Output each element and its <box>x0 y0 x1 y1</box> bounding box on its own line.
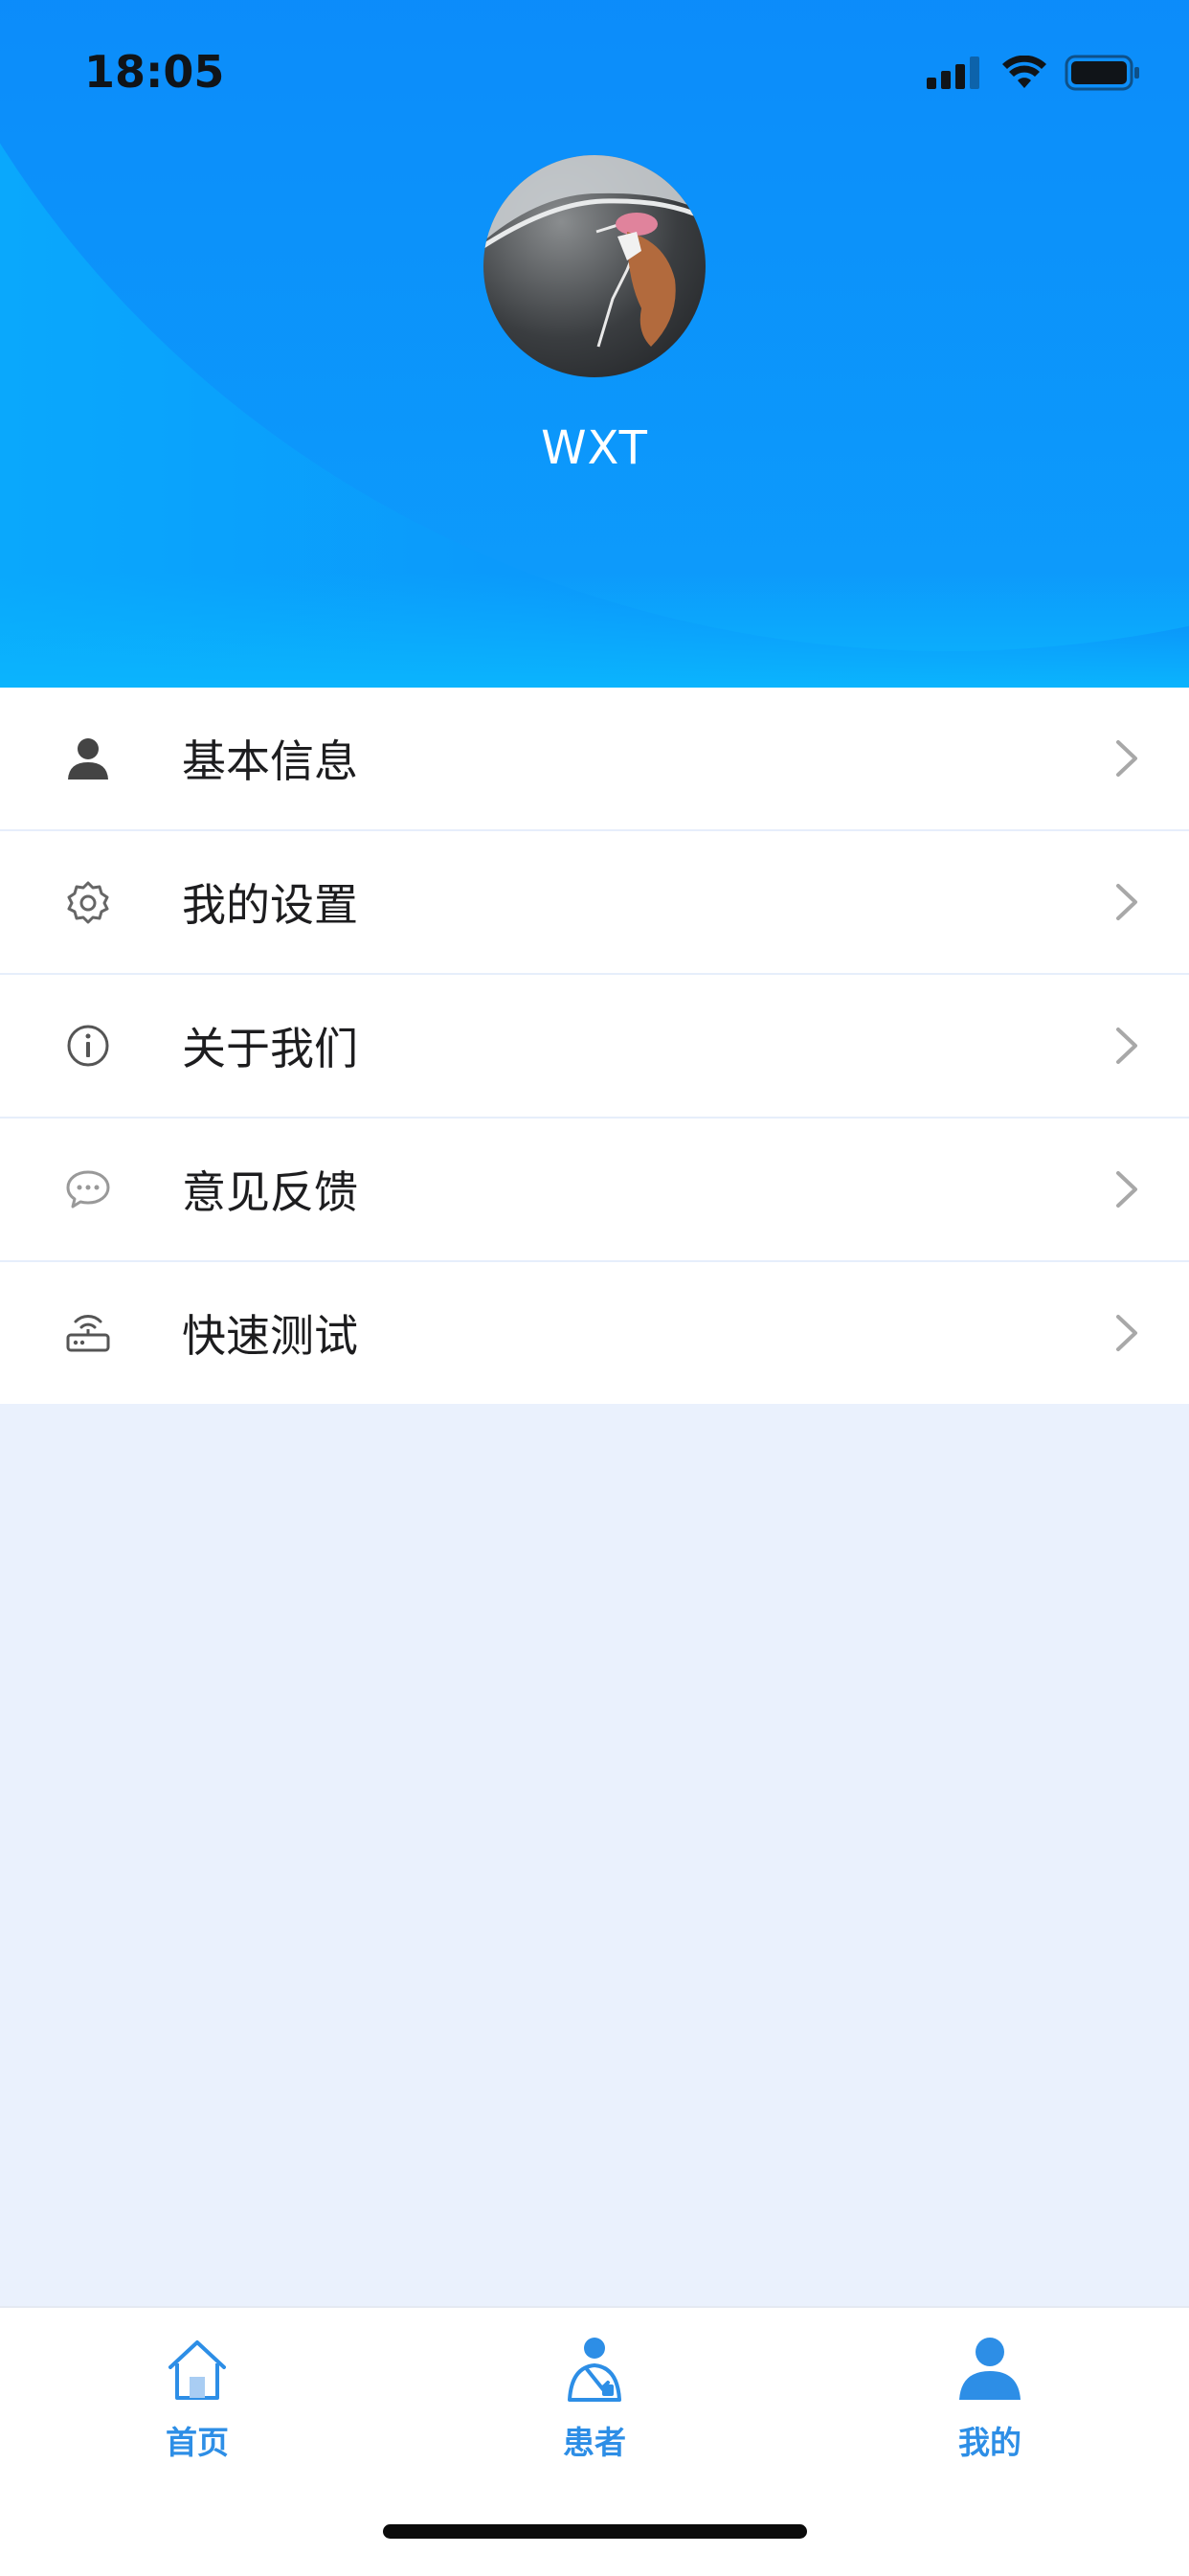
menu-item-feedback[interactable]: 意见反馈 <box>0 1119 1189 1262</box>
menu-item-label: 快速测试 <box>182 1310 358 1362</box>
user-icon <box>65 735 111 781</box>
settings-menu: 基本信息 我的设置 关于我们 意见反馈 快速测试 <box>0 688 1189 1404</box>
avatar-image <box>483 155 706 348</box>
tab-bar: 首页 患者 我的 <box>0 2306 1189 2576</box>
menu-item-quick-test[interactable]: 快速测试 <box>0 1262 1189 1404</box>
chat-bubble-icon <box>65 1166 111 1212</box>
menu-item-label: 基本信息 <box>182 735 358 787</box>
profile-header: 18:05 WXT <box>0 0 1189 688</box>
tab-label: 我的 <box>958 2424 1021 2461</box>
menu-item-basic-info[interactable]: 基本信息 <box>0 688 1189 831</box>
avatar[interactable] <box>483 155 706 377</box>
chevron-right-icon <box>1116 1171 1137 1208</box>
chevron-right-icon <box>1116 884 1137 920</box>
menu-item-label: 我的设置 <box>182 879 358 931</box>
gear-icon <box>65 879 111 925</box>
menu-item-label: 意见反馈 <box>182 1166 358 1218</box>
header-background-fade <box>0 573 1189 688</box>
chevron-right-icon <box>1116 1315 1137 1351</box>
home-indicator[interactable] <box>383 2524 807 2539</box>
tab-home[interactable]: 首页 <box>111 2327 283 2471</box>
chevron-right-icon <box>1116 740 1137 777</box>
router-icon <box>65 1310 111 1356</box>
tab-profile[interactable]: 我的 <box>904 2327 1076 2471</box>
tab-patients[interactable]: 患者 <box>508 2327 681 2471</box>
status-bar: 18:05 <box>0 0 1189 144</box>
menu-item-settings[interactable]: 我的设置 <box>0 831 1189 975</box>
tab-label: 患者 <box>563 2424 626 2461</box>
tab-label: 首页 <box>166 2424 229 2461</box>
signal-icon <box>927 56 979 89</box>
menu-item-about-us[interactable]: 关于我们 <box>0 975 1189 1119</box>
battery-icon <box>1065 55 1139 91</box>
status-time: 18:05 <box>84 46 225 98</box>
home-icon <box>168 2340 226 2400</box>
status-icons <box>927 54 1141 92</box>
info-icon <box>65 1023 111 1069</box>
chevron-right-icon <box>1116 1028 1137 1064</box>
menu-item-label: 关于我们 <box>182 1023 358 1074</box>
wifi-icon <box>1002 56 1046 88</box>
patient-icon <box>568 2338 621 2402</box>
username: WXT <box>541 421 648 475</box>
profile-icon <box>959 2338 1021 2400</box>
